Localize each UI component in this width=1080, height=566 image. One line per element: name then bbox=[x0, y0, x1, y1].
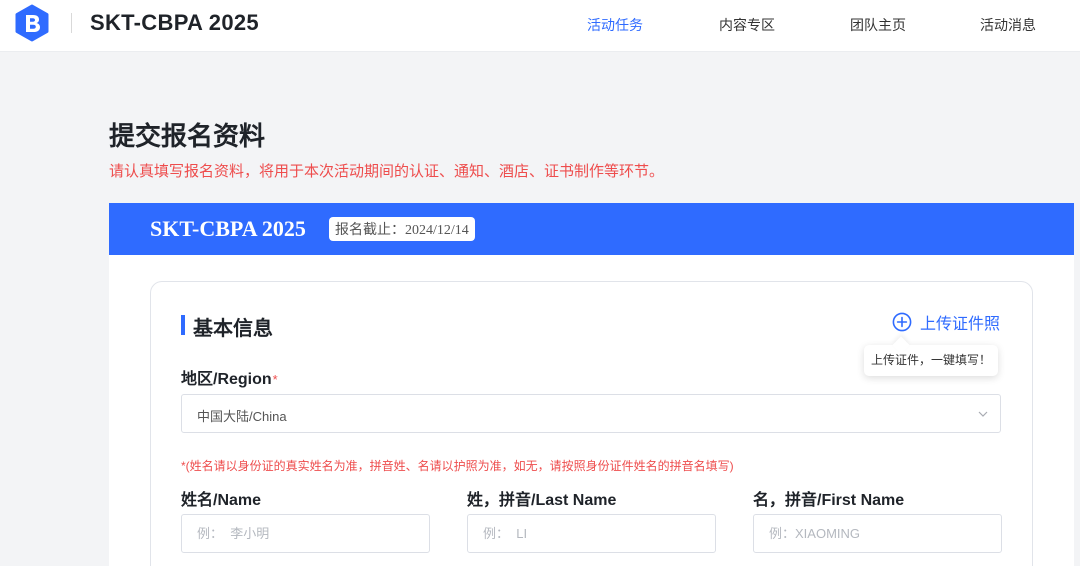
deadline-label: 报名截止： bbox=[335, 221, 405, 237]
top-navbar: SKT-CBPA 2025 活动任务 内容专区 团队主页 活动消息 bbox=[0, 0, 1080, 52]
nav-content-zone[interactable]: 内容专区 bbox=[719, 15, 775, 35]
first-name-input[interactable] bbox=[753, 514, 1002, 553]
upload-label: 上传证件照 bbox=[920, 316, 1001, 333]
deadline-date: 2024/12/14 bbox=[405, 223, 469, 238]
banner-title: SKT-CBPA 2025 bbox=[150, 216, 306, 241]
brand-logo-icon[interactable] bbox=[13, 4, 51, 42]
nav-activity-tasks[interactable]: 活动任务 bbox=[587, 15, 643, 35]
section-accent-bar bbox=[181, 315, 185, 335]
upload-tooltip: 上传证件，一键填写！ bbox=[864, 345, 998, 376]
last-name-label: 姓，拼音/Last Name bbox=[467, 492, 617, 509]
required-mark: * bbox=[272, 372, 278, 387]
region-label-text: 地区/Region bbox=[181, 371, 272, 388]
last-name-input[interactable] bbox=[467, 514, 716, 553]
brand-title: SKT-CBPA 2025 bbox=[90, 10, 259, 35]
first-name-label: 名，拼音/First Name bbox=[753, 492, 905, 509]
logo-divider bbox=[71, 13, 72, 33]
event-banner: SKT-CBPA 2025 报名截止：2024/12/14 bbox=[109, 203, 1074, 255]
nav-team-home[interactable]: 团队主页 bbox=[850, 15, 906, 35]
page-title: 提交报名资料 bbox=[109, 121, 266, 151]
name-note: *(姓名请以身份证的真实姓名为准，拼音姓、名请以护照为准，如无，请按照身份证件姓… bbox=[181, 459, 734, 473]
section-title: 基本信息 bbox=[193, 318, 273, 340]
nav-activity-messages[interactable]: 活动消息 bbox=[980, 15, 1036, 35]
region-label: 地区/Region* bbox=[181, 365, 278, 389]
chevron-down-icon bbox=[978, 411, 988, 417]
name-input[interactable] bbox=[181, 514, 430, 553]
plus-circle-icon bbox=[892, 312, 912, 332]
region-select[interactable]: 中国大陆/China bbox=[181, 394, 1001, 433]
upload-id-photo-button[interactable]: 上传证件照 bbox=[892, 311, 1000, 333]
deadline-badge: 报名截止：2024/12/14 bbox=[329, 217, 475, 241]
page-subtitle: 请认真填写报名资料，将用于本次活动期间的认证、通知、酒店、证书制作等环节。 bbox=[109, 163, 665, 180]
region-select-value: 中国大陆/China bbox=[197, 409, 287, 424]
name-label: 姓名/Name bbox=[181, 492, 262, 509]
